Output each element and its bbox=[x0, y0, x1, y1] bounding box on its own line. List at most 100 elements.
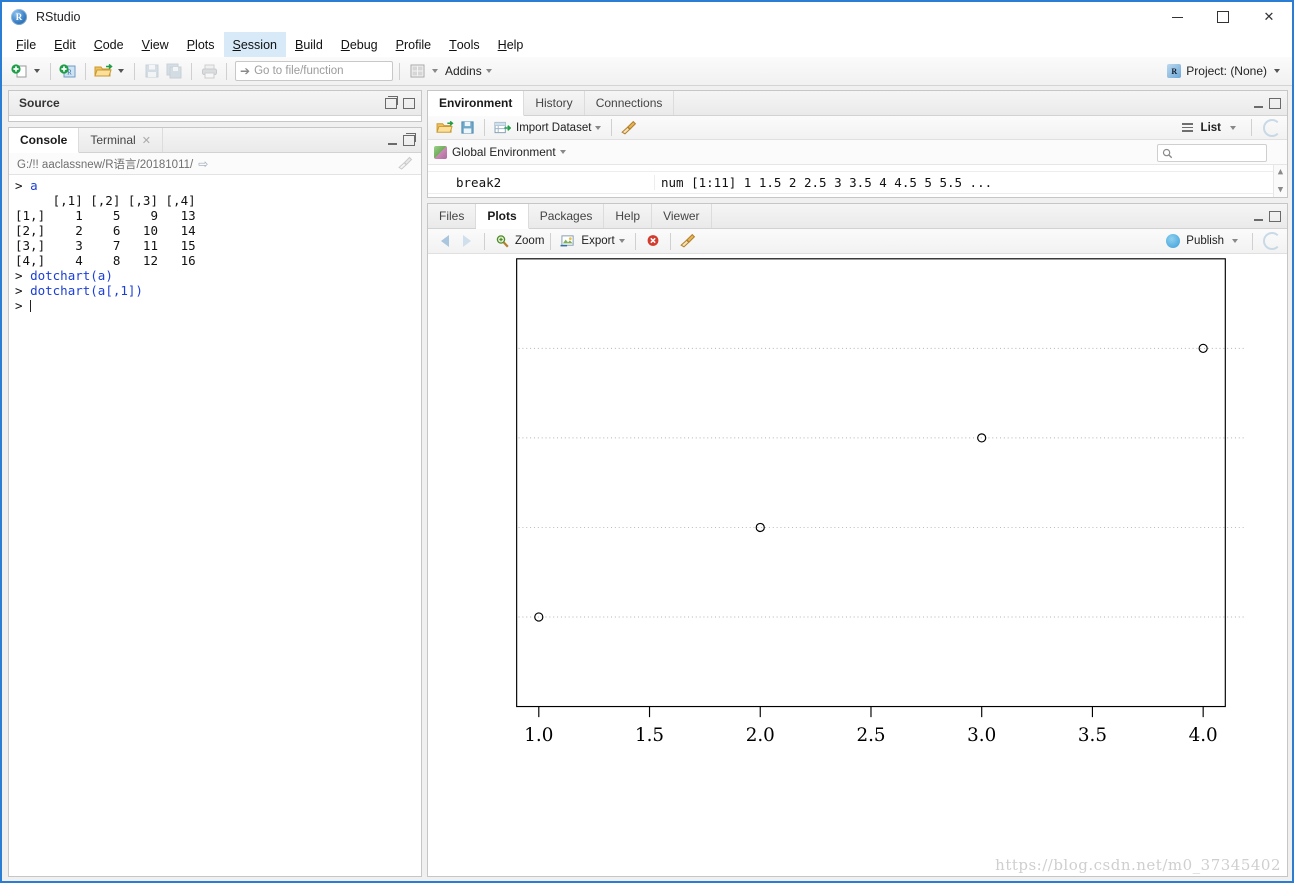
open-folder-icon[interactable] bbox=[92, 60, 114, 82]
environment-pane: Environment History Connections Import D… bbox=[427, 90, 1288, 198]
menu-profile[interactable]: Profile bbox=[387, 32, 440, 57]
import-dataset-caret[interactable] bbox=[595, 125, 602, 130]
open-workspace-icon[interactable] bbox=[434, 117, 456, 139]
publish-label[interactable]: Publish bbox=[1186, 235, 1224, 247]
menu-plots[interactable]: Plots bbox=[178, 32, 224, 57]
refresh-icon[interactable] bbox=[1263, 118, 1281, 137]
tab-history[interactable]: History bbox=[524, 91, 585, 115]
menu-tools[interactable]: Tools bbox=[440, 32, 489, 57]
export-icon[interactable] bbox=[557, 230, 579, 252]
window-title: RStudio bbox=[36, 10, 81, 24]
close-button[interactable]: ✕ bbox=[1246, 2, 1292, 32]
menu-code[interactable]: Code bbox=[85, 32, 133, 57]
menu-view[interactable]: View bbox=[133, 32, 178, 57]
console-line: > dotchart(a) bbox=[15, 268, 421, 283]
tab-label: Viewer bbox=[663, 209, 700, 223]
publish-caret[interactable] bbox=[1232, 239, 1238, 243]
console-pane-header: Console Terminal ✕ bbox=[9, 128, 421, 153]
scope-dropdown-caret[interactable] bbox=[559, 150, 566, 154]
tab-label: Connections bbox=[595, 96, 663, 110]
restore-pane-icon[interactable] bbox=[403, 132, 416, 146]
list-view-icon[interactable] bbox=[1181, 121, 1193, 134]
tab-files[interactable]: Files bbox=[428, 204, 477, 228]
tab-terminal[interactable]: Terminal ✕ bbox=[79, 128, 163, 152]
export-label[interactable]: Export bbox=[581, 235, 614, 247]
x-axis-tick-label: 1.0 bbox=[524, 725, 553, 746]
addins-dropdown-caret[interactable] bbox=[485, 69, 492, 73]
tab-connections[interactable]: Connections bbox=[585, 91, 675, 115]
maximize-button[interactable] bbox=[1200, 2, 1246, 32]
maximize-pane-icon[interactable] bbox=[1269, 210, 1281, 222]
maximize-pane-icon[interactable] bbox=[1269, 97, 1281, 109]
environment-search-input[interactable] bbox=[1157, 144, 1267, 162]
refresh-icon[interactable] bbox=[1263, 232, 1281, 250]
publish-icon[interactable] bbox=[1166, 234, 1181, 248]
plot-panel-border bbox=[516, 258, 1226, 708]
menu-edit[interactable]: Edit bbox=[45, 32, 85, 57]
export-caret[interactable] bbox=[618, 239, 625, 243]
new-file-icon[interactable] bbox=[8, 60, 30, 82]
plots-pane: Files Plots Packages Help Viewer Zoom Ex… bbox=[427, 203, 1288, 877]
zoom-label[interactable]: Zoom bbox=[515, 235, 544, 247]
dotchart-plot: 1.0 1.5 2.0 2.5 3.0 3.5 4.0 bbox=[516, 258, 1247, 746]
import-dataset-label[interactable]: Import Dataset bbox=[516, 122, 591, 134]
import-dataset-icon[interactable] bbox=[491, 117, 513, 139]
tab-viewer[interactable]: Viewer bbox=[652, 204, 712, 228]
menu-session[interactable]: Session bbox=[223, 32, 286, 57]
x-axis-tick-label: 1.5 bbox=[635, 725, 664, 746]
left-column: Source Console Terminal ✕ G:/!! aaclassnew… bbox=[8, 90, 422, 877]
console-working-directory[interactable]: G:/!! aaclassnew/R语言/20181011/ ⇨ bbox=[9, 153, 421, 175]
project-dropdown-caret[interactable] bbox=[1274, 69, 1280, 73]
tab-packages[interactable]: Packages bbox=[529, 204, 605, 228]
minimize-pane-icon[interactable] bbox=[1254, 212, 1263, 221]
new-file-dropdown-caret[interactable] bbox=[34, 69, 40, 73]
minimize-button[interactable] bbox=[1154, 2, 1200, 32]
zoom-icon[interactable] bbox=[491, 230, 513, 252]
goto-directory-icon[interactable]: ⇨ bbox=[198, 157, 208, 171]
back-arrow-icon[interactable] bbox=[434, 230, 456, 252]
table-row-partial bbox=[428, 165, 1287, 172]
panes-layout-icon[interactable] bbox=[406, 60, 428, 82]
new-project-icon[interactable]: R bbox=[57, 60, 79, 82]
console-output[interactable]: > a [,1] [,2] [,3] [,4] [1,] 1 5 9 13 [2,]… bbox=[9, 175, 421, 876]
addins-button[interactable]: Addins bbox=[445, 64, 482, 78]
environment-scope-selector[interactable]: Global Environment bbox=[428, 140, 1287, 165]
broom-clear-icon[interactable] bbox=[398, 156, 413, 171]
tab-help[interactable]: Help bbox=[604, 204, 653, 228]
close-tab-icon[interactable]: ✕ bbox=[142, 134, 151, 147]
goto-file-function-input[interactable]: ➔ Go to file/function bbox=[235, 61, 393, 81]
env-var-value: num [1:11] 1 1.5 2 2.5 3 3.5 4 4.5 5 5.5… bbox=[654, 175, 1287, 190]
view-mode-caret[interactable] bbox=[1230, 125, 1236, 130]
project-selector[interactable]: R Project: (None) bbox=[1167, 57, 1284, 85]
console-prompt: > bbox=[15, 268, 31, 283]
menu-build[interactable]: Build bbox=[286, 32, 332, 57]
environment-scrollbar[interactable]: ▲ ▼ bbox=[1273, 165, 1287, 197]
console-input-text: a bbox=[30, 178, 38, 193]
minimize-pane-icon[interactable] bbox=[388, 136, 397, 145]
plot-canvas[interactable]: 1.0 1.5 2.0 2.5 3.0 3.5 4.0 https://blog.csdn.… bbox=[428, 254, 1287, 876]
broom-clear-icon[interactable] bbox=[677, 230, 699, 252]
broom-clear-icon[interactable] bbox=[618, 117, 640, 139]
tab-console[interactable]: Console bbox=[9, 128, 80, 153]
panes-dropdown-caret[interactable] bbox=[432, 69, 438, 73]
console-output-text: [4,] 4 8 12 16 bbox=[15, 253, 196, 268]
toolbar-divider bbox=[484, 232, 485, 250]
scroll-up-icon[interactable]: ▲ bbox=[1278, 167, 1283, 177]
save-workspace-icon[interactable] bbox=[456, 117, 478, 139]
x-axis-tick-label: 2.5 bbox=[856, 725, 885, 746]
minimize-pane-icon[interactable] bbox=[1254, 99, 1263, 108]
tab-plots[interactable]: Plots bbox=[476, 204, 529, 229]
menu-help[interactable]: Help bbox=[489, 32, 533, 57]
table-row[interactable]: break2 num [1:11] 1 1.5 2 2.5 3 3.5 4 4.5… bbox=[428, 172, 1287, 194]
restore-pane-icon[interactable] bbox=[385, 95, 398, 109]
scroll-down-icon[interactable]: ▼ bbox=[1278, 185, 1283, 195]
open-recent-caret[interactable] bbox=[118, 69, 124, 73]
view-mode-label[interactable]: List bbox=[1201, 122, 1221, 134]
menu-debug[interactable]: Debug bbox=[332, 32, 387, 57]
tab-environment[interactable]: Environment bbox=[428, 91, 525, 116]
remove-plot-icon[interactable] bbox=[642, 230, 664, 252]
maximize-pane-icon[interactable] bbox=[403, 97, 415, 109]
menu-file[interactable]: File bbox=[7, 32, 45, 57]
goto-placeholder-text: Go to file/function bbox=[254, 65, 344, 77]
console-line: [1,] 1 5 9 13 bbox=[15, 208, 421, 223]
